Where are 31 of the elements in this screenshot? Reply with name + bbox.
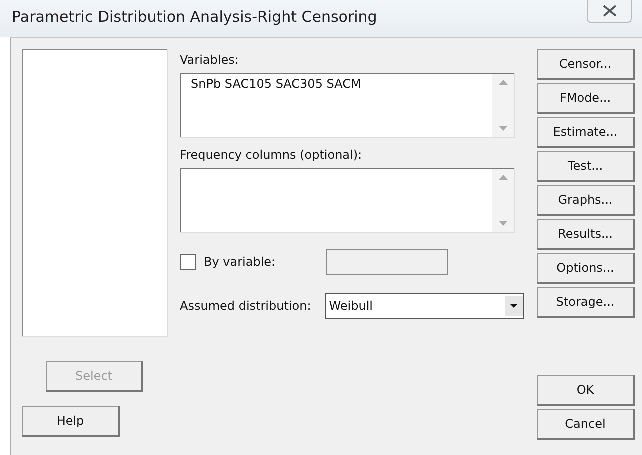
window-title: Parametric Distribution Analysis-Right Censoring	[12, 8, 378, 26]
distribution-label: Assumed distribution:	[180, 299, 312, 313]
by-variable-label: By variable:	[204, 255, 276, 269]
frequency-field[interactable]	[180, 168, 515, 233]
variables-value: SnPb SAC105 SAC305 SACM	[190, 76, 362, 93]
variables-label: Variables:	[180, 53, 240, 67]
dialog-button[interactable]: Graphs...	[537, 185, 635, 216]
close-icon	[602, 5, 616, 17]
dialog-button[interactable]: FMode...	[537, 83, 635, 114]
scroll-up-icon[interactable]	[498, 175, 508, 180]
by-variable-checkbox[interactable]	[180, 254, 196, 270]
dialog-button[interactable]: Test...	[537, 151, 635, 182]
dialog-button[interactable]: Censor...	[537, 49, 635, 80]
column-list[interactable]	[22, 49, 168, 337]
cancel-button[interactable]: Cancel	[537, 409, 635, 440]
caret-icon	[505, 296, 524, 316]
variables-field[interactable]: SnPb SAC105 SAC305 SACM	[180, 73, 515, 138]
dialog-button[interactable]: Storage...	[537, 287, 635, 318]
dialog-button[interactable]: Results...	[537, 219, 635, 250]
ok-button[interactable]: OK	[537, 375, 635, 406]
distribution-dropdown[interactable]: Weibull	[325, 293, 524, 319]
frequency-label: Frequency columns (optional):	[180, 148, 364, 162]
distribution-value: Weibull	[329, 299, 374, 313]
scroll-up-icon[interactable]	[498, 80, 508, 85]
by-variable-field[interactable]	[326, 249, 448, 275]
dialog-button[interactable]: Estimate...	[537, 117, 635, 148]
scroll-down-icon[interactable]	[498, 126, 508, 131]
help-button[interactable]: Help	[22, 406, 120, 437]
close-button[interactable]	[587, 0, 632, 23]
scroll-down-icon[interactable]	[498, 221, 508, 226]
dialog-button[interactable]: Options...	[537, 253, 635, 284]
